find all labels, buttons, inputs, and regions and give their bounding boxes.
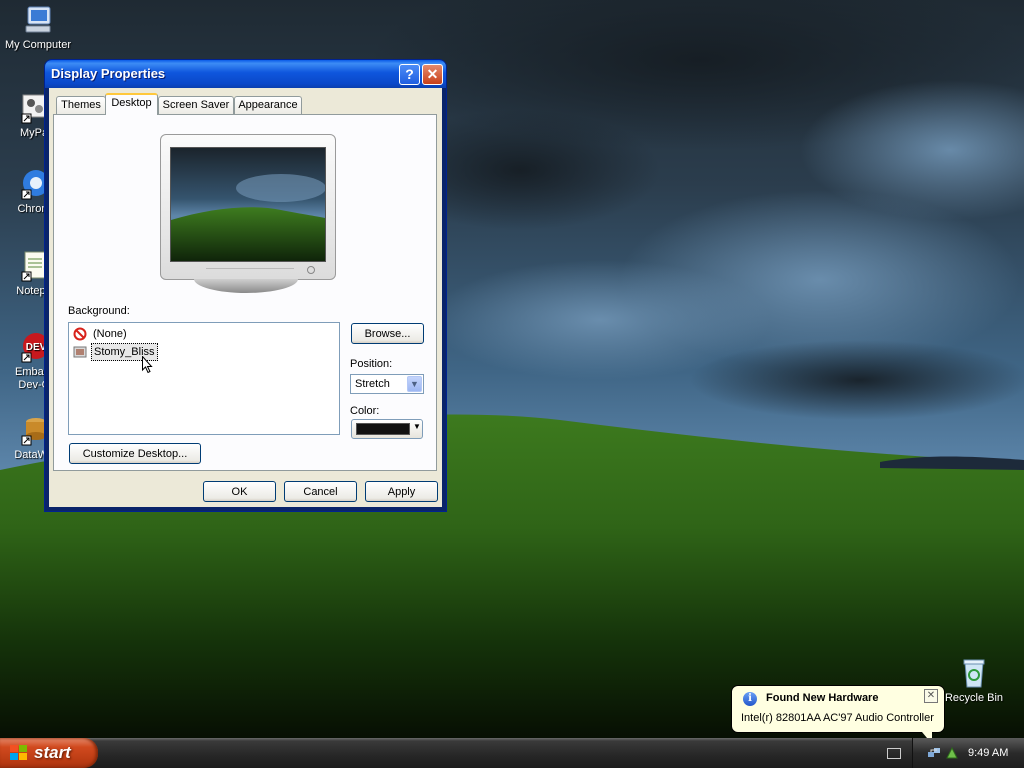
start-button[interactable]: start bbox=[0, 738, 98, 768]
display-properties-window: Display Properties ? ✕ Themes Desktop Sc… bbox=[45, 60, 446, 511]
computer-icon bbox=[22, 4, 54, 36]
help-button[interactable]: ? bbox=[399, 64, 420, 85]
position-label: Position: bbox=[350, 358, 393, 370]
mouse-cursor-icon bbox=[142, 355, 154, 374]
dialog-client: Themes Desktop Screen Saver Appearance B… bbox=[49, 88, 442, 507]
customize-desktop-button[interactable]: Customize Desktop... bbox=[69, 443, 201, 464]
tab-desktop[interactable]: Desktop bbox=[105, 93, 158, 115]
system-tray: 9:49 AM bbox=[912, 738, 1024, 768]
safely-remove-hardware-icon[interactable] bbox=[945, 746, 959, 760]
monitor-stand bbox=[194, 279, 298, 293]
desktop-tab-panel: Background: (None) Stomy_Bliss Browse... bbox=[53, 114, 437, 471]
taskbar: start 9:49 AM bbox=[0, 738, 1024, 768]
ok-button[interactable]: OK bbox=[203, 481, 276, 502]
info-icon: i bbox=[743, 692, 757, 706]
apply-button[interactable]: Apply bbox=[365, 481, 438, 502]
background-label: Background: bbox=[68, 305, 130, 317]
start-label: start bbox=[34, 743, 71, 762]
cancel-button[interactable]: Cancel bbox=[284, 481, 357, 502]
power-knob bbox=[307, 266, 315, 274]
list-item-none[interactable]: (None) bbox=[73, 326, 129, 342]
tab-appearance[interactable]: Appearance bbox=[234, 96, 302, 114]
desktop-icon-label: Recycle Bin bbox=[944, 692, 1004, 704]
notification-balloon[interactable]: i Found New Hardware ✕ Intel(r) 82801AA … bbox=[731, 685, 945, 744]
balloon-text: Intel(r) 82801AA AC'97 Audio Controller bbox=[741, 712, 934, 724]
position-value: Stretch bbox=[355, 378, 390, 390]
desktop-icon-recycle-bin[interactable]: Recycle Bin bbox=[937, 657, 1011, 705]
windows-flag-icon bbox=[10, 745, 28, 761]
background-listbox[interactable]: (None) Stomy_Bliss bbox=[68, 322, 340, 435]
desktop-icon-label: My Computer bbox=[4, 39, 72, 51]
clock[interactable]: 9:49 AM bbox=[968, 747, 1008, 759]
window-title: Display Properties bbox=[51, 66, 166, 81]
color-swatch bbox=[356, 423, 410, 435]
color-picker-button[interactable]: ▼ bbox=[351, 419, 423, 439]
color-label: Color: bbox=[350, 405, 380, 417]
close-button[interactable]: ✕ bbox=[422, 64, 443, 85]
bitmap-icon bbox=[73, 345, 87, 359]
title-bar[interactable]: Display Properties ? ✕ bbox=[45, 60, 446, 88]
tab-themes[interactable]: Themes bbox=[56, 96, 106, 114]
tab-screen-saver[interactable]: Screen Saver bbox=[158, 96, 234, 114]
balloon-title: Found New Hardware bbox=[766, 692, 879, 704]
none-icon bbox=[73, 327, 87, 341]
chevron-down-icon: ▼ bbox=[413, 422, 421, 431]
desktop-icon-my-computer[interactable]: My Computer bbox=[1, 4, 75, 52]
wallpaper-preview bbox=[170, 147, 326, 262]
position-select[interactable]: Stretch ▼ bbox=[350, 374, 424, 394]
browse-button[interactable]: Browse... bbox=[351, 323, 424, 344]
chevron-down-icon[interactable]: ▼ bbox=[407, 376, 422, 392]
network-icon[interactable] bbox=[927, 746, 941, 760]
recycle-bin-icon bbox=[958, 657, 990, 689]
svg-text:DEV: DEV bbox=[26, 342, 47, 353]
balloon-close-button[interactable]: ✕ bbox=[924, 689, 938, 703]
monitor-preview bbox=[160, 134, 336, 280]
keyboard-icon[interactable] bbox=[887, 748, 901, 759]
